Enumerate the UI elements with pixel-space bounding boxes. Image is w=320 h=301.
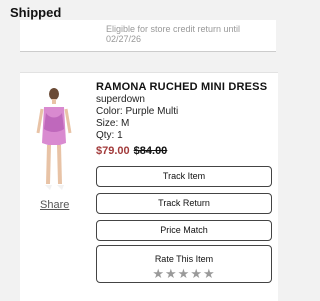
share-link[interactable]: Share: [40, 199, 69, 211]
product-name[interactable]: RAMONA RUCHED MINI DRESS: [96, 81, 267, 94]
product-photo-icon[interactable]: [30, 85, 78, 197]
section-title: Shipped: [10, 5, 62, 20]
order-item-card: Share RAMONA RUCHED MINI DRESS superdown…: [20, 72, 278, 301]
previous-item-card: Eligible for store credit return until 0…: [20, 20, 276, 52]
track-item-button[interactable]: Track Item: [96, 166, 272, 187]
sale-price: $79.00: [96, 145, 130, 157]
original-price: $84.00: [133, 145, 168, 157]
product-qty: Qty: 1: [96, 130, 123, 141]
track-return-button[interactable]: Track Return: [96, 193, 272, 214]
price-match-button[interactable]: Price Match: [96, 220, 272, 241]
product-info: RAMONA RUCHED MINI DRESS superdown Color…: [96, 81, 267, 157]
product-size: Size: M: [96, 118, 130, 129]
star-rating-icons[interactable]: ★★★★★: [97, 267, 271, 281]
rate-item-button[interactable]: Rate This Item ★★★★★: [96, 245, 272, 283]
return-eligibility-date: 02/27/26: [106, 34, 142, 44]
product-brand: superdown: [96, 94, 145, 105]
return-eligibility-text: Eligible for store credit return until: [106, 24, 241, 34]
product-color: Color: Purple Multi: [96, 106, 179, 117]
rate-item-label: Rate This Item: [154, 254, 214, 264]
price-row: $79.00 $84.00: [96, 145, 267, 157]
